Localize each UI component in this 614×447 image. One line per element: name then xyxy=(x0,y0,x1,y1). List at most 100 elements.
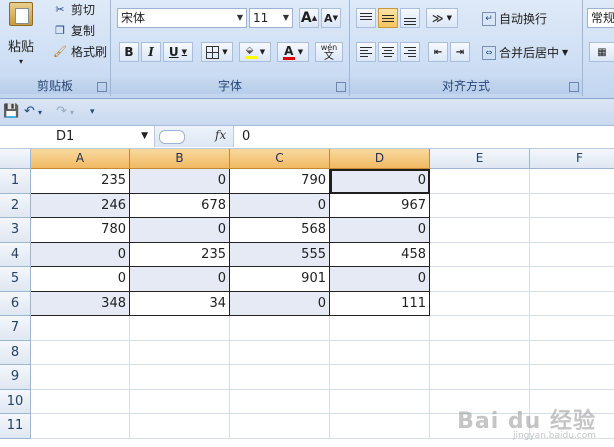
row-header-8[interactable]: 8 xyxy=(0,340,31,365)
align-center-button[interactable] xyxy=(378,42,398,62)
cell-a7[interactable] xyxy=(31,316,130,341)
column-header-d[interactable]: D xyxy=(330,149,430,169)
cell-f9[interactable] xyxy=(530,365,614,390)
font-name-combo[interactable]: 宋体 ▼ xyxy=(117,8,247,28)
cell-b1[interactable]: 0 xyxy=(130,169,230,194)
cell-c3[interactable]: 568 xyxy=(230,218,330,243)
cell-c6[interactable]: 0 xyxy=(230,291,330,316)
insert-function-icon[interactable]: fx xyxy=(215,128,226,142)
cell-b9[interactable] xyxy=(130,365,230,390)
cell-d9[interactable] xyxy=(330,365,430,390)
paste-button[interactable]: 粘贴 ▾ xyxy=(8,2,34,66)
clipboard-launcher-icon[interactable] xyxy=(97,82,107,92)
undo-dropdown-icon[interactable]: ▾ xyxy=(38,108,42,117)
align-middle-button[interactable] xyxy=(378,8,398,28)
cell-c11[interactable] xyxy=(230,414,330,439)
font-color-button[interactable]: A ▼ xyxy=(277,42,309,62)
row-header-1[interactable]: 1 xyxy=(0,169,31,194)
format-painter-button[interactable]: 🖌 格式刷 xyxy=(52,43,107,60)
cell-a8[interactable] xyxy=(31,340,130,365)
decrease-indent-button[interactable]: ⇤ xyxy=(428,42,448,62)
cell-a5[interactable]: 0 xyxy=(31,267,130,292)
row-header-3[interactable]: 3 xyxy=(0,218,31,243)
cell-e5[interactable] xyxy=(430,267,530,292)
cell-a11[interactable] xyxy=(31,414,130,439)
cell-d2[interactable]: 967 xyxy=(330,193,430,218)
cell-b5[interactable]: 0 xyxy=(130,267,230,292)
cell-c4[interactable]: 555 xyxy=(230,242,330,267)
accounting-format-button[interactable]: ▦ xyxy=(589,42,614,62)
select-all-button[interactable] xyxy=(0,149,31,169)
cell-b10[interactable] xyxy=(130,389,230,414)
cell-e4[interactable] xyxy=(430,242,530,267)
cell-c1[interactable]: 790 xyxy=(230,169,330,194)
cell-b6[interactable]: 34 xyxy=(130,291,230,316)
cell-f3[interactable] xyxy=(530,218,614,243)
cell-c8[interactable] xyxy=(230,340,330,365)
column-header-a[interactable]: A xyxy=(31,149,130,169)
cell-b11[interactable] xyxy=(130,414,230,439)
increase-indent-button[interactable]: ⇥ xyxy=(450,42,470,62)
italic-button[interactable]: I xyxy=(141,42,161,62)
cell-c10[interactable] xyxy=(230,389,330,414)
row-header-5[interactable]: 5 xyxy=(0,267,31,292)
align-bottom-button[interactable] xyxy=(400,8,420,28)
cell-c2[interactable]: 0 xyxy=(230,193,330,218)
cell-d8[interactable] xyxy=(330,340,430,365)
redo-icon[interactable]: ↷ xyxy=(56,104,67,119)
fill-color-button[interactable]: ⬙ ▼ xyxy=(239,42,271,62)
cell-d4[interactable]: 458 xyxy=(330,242,430,267)
name-box[interactable]: D1 ▼ xyxy=(0,126,155,147)
cell-c7[interactable] xyxy=(230,316,330,341)
cell-e3[interactable] xyxy=(430,218,530,243)
shrink-font-button[interactable]: A ▼ xyxy=(321,8,341,28)
align-top-button[interactable] xyxy=(356,8,376,28)
row-header-10[interactable]: 10 xyxy=(0,389,31,414)
row-header-4[interactable]: 4 xyxy=(0,242,31,267)
copy-button[interactable]: ❐ 复制 xyxy=(52,22,95,39)
cell-e8[interactable] xyxy=(430,340,530,365)
align-right-button[interactable] xyxy=(400,42,420,62)
cell-d7[interactable] xyxy=(330,316,430,341)
cell-f6[interactable] xyxy=(530,292,614,316)
alignment-launcher-icon[interactable] xyxy=(569,82,579,92)
cell-b2[interactable]: 678 xyxy=(130,193,230,218)
cell-f1[interactable] xyxy=(530,169,614,194)
cell-a4[interactable]: 0 xyxy=(31,242,130,267)
formula-input[interactable]: 0 xyxy=(242,126,250,147)
cell-f2[interactable] xyxy=(530,194,614,218)
undo-icon[interactable]: ↶ xyxy=(24,104,35,119)
column-header-f[interactable]: F xyxy=(530,149,614,169)
cell-a10[interactable] xyxy=(31,389,130,414)
cell-e7[interactable] xyxy=(430,316,530,341)
cell-f8[interactable] xyxy=(530,341,614,365)
column-header-b[interactable]: B xyxy=(130,149,230,169)
cell-e9[interactable] xyxy=(430,365,530,390)
merge-center-button[interactable]: ⇔ 合并后居中 ▼ xyxy=(482,44,568,61)
align-left-button[interactable] xyxy=(356,42,376,62)
cell-e2[interactable] xyxy=(430,193,530,218)
cell-b7[interactable] xyxy=(130,316,230,341)
column-header-c[interactable]: C xyxy=(230,149,330,169)
cell-f4[interactable] xyxy=(530,243,614,267)
row-header-9[interactable]: 9 xyxy=(0,365,31,390)
cell-c5[interactable]: 901 xyxy=(230,267,330,292)
cell-d11[interactable] xyxy=(330,414,430,439)
bold-button[interactable]: B xyxy=(119,42,139,62)
redo-dropdown-icon[interactable]: ▾ xyxy=(70,108,74,117)
row-header-6[interactable]: 6 xyxy=(0,291,31,316)
save-icon[interactable]: 💾 xyxy=(3,104,19,119)
customize-qat-icon[interactable]: ▾ xyxy=(90,107,95,117)
cell-e6[interactable] xyxy=(430,291,530,316)
border-button[interactable]: ▼ xyxy=(201,42,233,62)
cell-a1[interactable]: 235 xyxy=(31,169,130,194)
column-header-e[interactable]: E xyxy=(430,149,530,169)
underline-button[interactable]: U ▼ xyxy=(163,42,193,62)
cell-f5[interactable] xyxy=(530,267,614,292)
cell-a3[interactable]: 780 xyxy=(31,218,130,243)
cell-a2[interactable]: 246 xyxy=(31,193,130,218)
cell-c9[interactable] xyxy=(230,365,330,390)
cell-a6[interactable]: 348 xyxy=(31,291,130,316)
orientation-button[interactable]: ≫ ▼ xyxy=(426,8,458,28)
font-launcher-icon[interactable] xyxy=(336,82,346,92)
